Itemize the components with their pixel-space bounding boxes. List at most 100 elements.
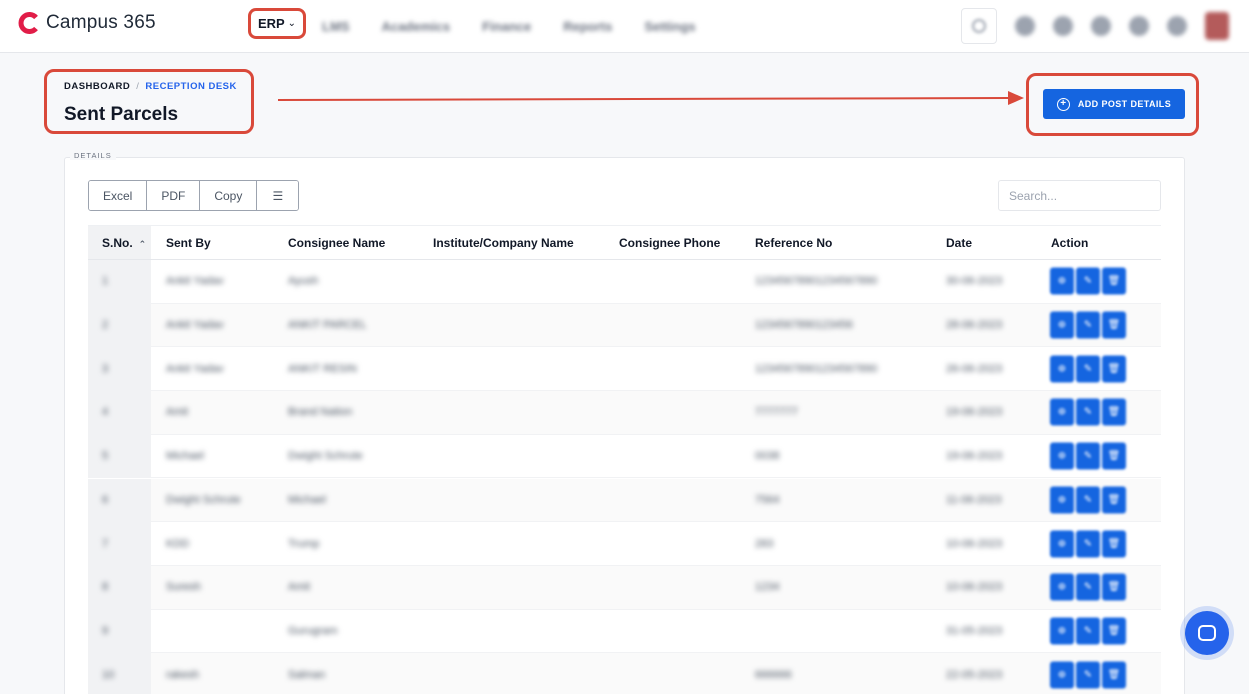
breadcrumb: DASHBOARD / RECEPTION DESK xyxy=(64,81,237,92)
nav-item-reports[interactable]: Reports xyxy=(563,19,612,34)
edit-icon[interactable]: ✎ xyxy=(1076,398,1100,426)
app-logo[interactable]: Campus 365 xyxy=(18,12,156,34)
cell-consignee-name: ANKIT RESIN xyxy=(288,362,357,375)
cell-sno: 3 xyxy=(102,362,109,375)
table-row: 5 Michael Dwight Schrute 0038 19-06-2023 ⊕ ✎ 🗑 xyxy=(88,434,1161,479)
view-icon[interactable]: ⊕ xyxy=(1050,661,1074,689)
alert-icon[interactable] xyxy=(1091,16,1111,36)
edit-icon[interactable]: ✎ xyxy=(1076,442,1100,470)
edit-icon[interactable]: ✎ xyxy=(1076,355,1100,383)
edit-icon[interactable]: ✎ xyxy=(1076,530,1100,558)
delete-icon[interactable]: 🗑 xyxy=(1102,442,1126,470)
delete-icon[interactable]: 🗑 xyxy=(1102,573,1126,601)
view-icon[interactable]: ⊕ xyxy=(1050,442,1074,470)
live-icon[interactable] xyxy=(1053,16,1073,36)
campus-logo-icon xyxy=(18,12,40,34)
view-icon[interactable]: ⊕ xyxy=(1050,398,1074,426)
notification-icon[interactable] xyxy=(1015,16,1035,36)
col-consignee-name[interactable]: Consignee Name xyxy=(288,236,385,250)
cell-date: 11-06-2023 xyxy=(946,493,1002,506)
search-icon[interactable] xyxy=(961,8,997,44)
header-icons xyxy=(961,8,1229,44)
col-reference-no[interactable]: Reference No xyxy=(755,236,832,250)
nav-erp-menu[interactable]: ERP ⌄ xyxy=(248,8,306,39)
row-actions: ⊕ ✎ 🗑 xyxy=(1050,355,1126,383)
delete-icon[interactable]: 🗑 xyxy=(1102,311,1126,339)
cell-date: 30-06-2023 xyxy=(946,275,1003,288)
table-row: 10 rakesh Salman 666666 22-05-2023 ⊕ ✎ 🗑 xyxy=(88,653,1161,694)
sort-asc-icon: ⌃ xyxy=(138,238,147,249)
delete-icon[interactable]: 🗑 xyxy=(1102,486,1126,514)
nav-item-lms[interactable]: LMS xyxy=(322,19,349,34)
nav-item-academics[interactable]: Academics xyxy=(381,19,450,34)
table-row: 7 KDD Trump 283 10-06-2023 ⊕ ✎ 🗑 xyxy=(88,522,1161,566)
view-icon[interactable]: ⊕ xyxy=(1050,267,1074,295)
help-icon[interactable] xyxy=(1129,16,1149,36)
details-legend: DETAILS xyxy=(70,151,116,160)
view-icon[interactable]: ⊕ xyxy=(1050,486,1074,514)
breadcrumb-reception-desk[interactable]: RECEPTION DESK xyxy=(145,81,236,92)
delete-icon[interactable]: 🗑 xyxy=(1102,355,1126,383)
cell-sent-by: Ankit Yadav xyxy=(166,275,224,288)
edit-icon[interactable]: ✎ xyxy=(1076,661,1100,689)
cell-date: 10-06-2023 xyxy=(946,537,1003,550)
cell-sent-by: Michael xyxy=(166,450,204,463)
list-icon: ☰ xyxy=(272,188,284,203)
cell-sno: 4 xyxy=(102,406,109,419)
delete-icon[interactable]: 🗑 xyxy=(1102,267,1126,295)
cell-consignee-name: Gurugram xyxy=(288,624,338,637)
edit-icon[interactable]: ✎ xyxy=(1076,486,1100,514)
col-sno[interactable]: S.No. ⌃ xyxy=(102,236,146,250)
sno-cell-bg xyxy=(88,303,151,347)
cell-sno: 2 xyxy=(102,319,109,332)
col-consignee-phone[interactable]: Consignee Phone xyxy=(619,236,720,250)
apps-icon[interactable] xyxy=(1167,16,1187,36)
chat-widget-button[interactable] xyxy=(1185,611,1229,655)
cell-sno: 6 xyxy=(102,493,109,506)
avatar[interactable] xyxy=(1205,12,1229,40)
edit-icon[interactable]: ✎ xyxy=(1076,617,1100,645)
nav-erp-label: ERP xyxy=(257,16,285,31)
row-actions: ⊕ ✎ 🗑 xyxy=(1050,311,1126,339)
edit-icon[interactable]: ✎ xyxy=(1076,311,1100,339)
cell-sent-by: Ankit Yadav xyxy=(166,362,224,375)
column-visibility-button[interactable]: ☰ xyxy=(257,181,299,210)
delete-icon[interactable]: 🗑 xyxy=(1102,530,1126,558)
edit-icon[interactable]: ✎ xyxy=(1076,267,1100,295)
table-row: 1 Ankit Yadav Ayush 12345678901234567890 30-… xyxy=(88,260,1161,304)
breadcrumb-dashboard[interactable]: DASHBOARD xyxy=(64,81,130,92)
row-actions: ⊕ ✎ 🗑 xyxy=(1050,573,1126,601)
chevron-down-icon: ⌄ xyxy=(287,18,297,29)
cell-consignee-name: Salman xyxy=(288,668,326,681)
delete-icon[interactable]: 🗑 xyxy=(1102,398,1126,426)
nav-item-settings[interactable]: Settings xyxy=(644,19,695,34)
row-actions: ⊕ ✎ 🗑 xyxy=(1050,661,1126,689)
view-icon[interactable]: ⊕ xyxy=(1050,530,1074,558)
cell-consignee-name: ANKIT PARCEL xyxy=(288,319,367,332)
cell-date: 19-06-2023 xyxy=(946,450,1003,463)
add-post-details-button[interactable]: + ADD POST DETAILS xyxy=(1043,89,1185,119)
parcels-table: S.No. ⌃ Sent By Consignee Name Institute/… xyxy=(88,225,1161,694)
breadcrumb-separator: / xyxy=(136,81,140,92)
pdf-button[interactable]: PDF xyxy=(147,181,201,210)
chat-icon xyxy=(1198,625,1216,641)
delete-icon[interactable]: 🗑 xyxy=(1102,661,1126,689)
nav-item-finance[interactable]: Finance xyxy=(482,19,531,34)
cell-consignee-name: Dwight Schrute xyxy=(288,450,363,463)
col-institute-company[interactable]: Institute/Company Name xyxy=(433,236,574,250)
view-icon[interactable]: ⊕ xyxy=(1050,311,1074,339)
delete-icon[interactable]: 🗑 xyxy=(1102,617,1126,645)
view-icon[interactable]: ⊕ xyxy=(1050,355,1074,383)
cell-consignee-name: Michael xyxy=(288,493,326,506)
edit-icon[interactable]: ✎ xyxy=(1076,573,1100,601)
row-actions: ⊕ ✎ 🗑 xyxy=(1050,442,1126,470)
col-date[interactable]: Date xyxy=(946,236,972,250)
table-row: 9 Gurugram 31-05-2023 ⊕ ✎ 🗑 xyxy=(88,609,1161,654)
view-icon[interactable]: ⊕ xyxy=(1050,573,1074,601)
cell-reference-no: 666666 xyxy=(755,668,792,681)
search-input[interactable] xyxy=(998,180,1161,211)
copy-button[interactable]: Copy xyxy=(200,181,258,210)
col-sent-by[interactable]: Sent By xyxy=(166,236,211,250)
view-icon[interactable]: ⊕ xyxy=(1050,617,1074,645)
excel-button[interactable]: Excel xyxy=(89,181,148,210)
